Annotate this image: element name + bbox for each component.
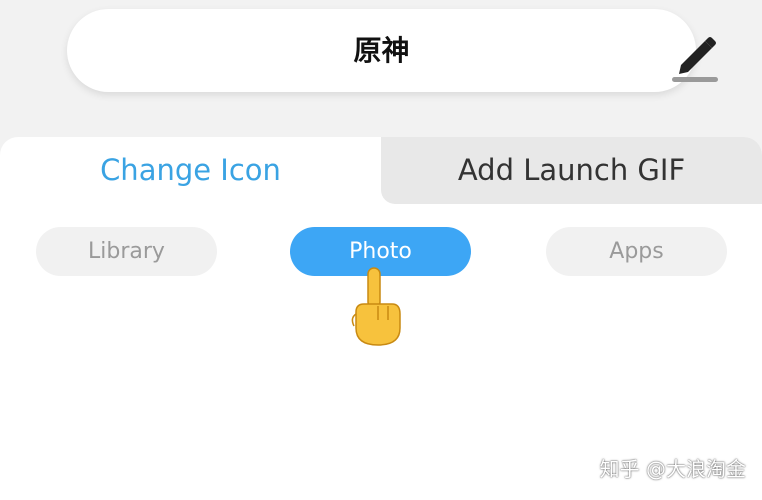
- source-library-button[interactable]: Library: [36, 227, 217, 276]
- tab-change-icon[interactable]: Change Icon: [0, 137, 381, 204]
- source-apps-button[interactable]: Apps: [546, 227, 727, 276]
- pencil-edit-icon: [672, 37, 718, 82]
- app-name-bar[interactable]: 原神: [67, 9, 718, 92]
- watermark: 知乎 @大浪淘金: [599, 457, 746, 481]
- app-name-text: 原神: [353, 34, 410, 67]
- tab-add-launch-gif[interactable]: Add Launch GIF: [381, 137, 762, 204]
- edit-name-button[interactable]: [667, 31, 723, 83]
- pointing-hand-icon: [348, 266, 404, 348]
